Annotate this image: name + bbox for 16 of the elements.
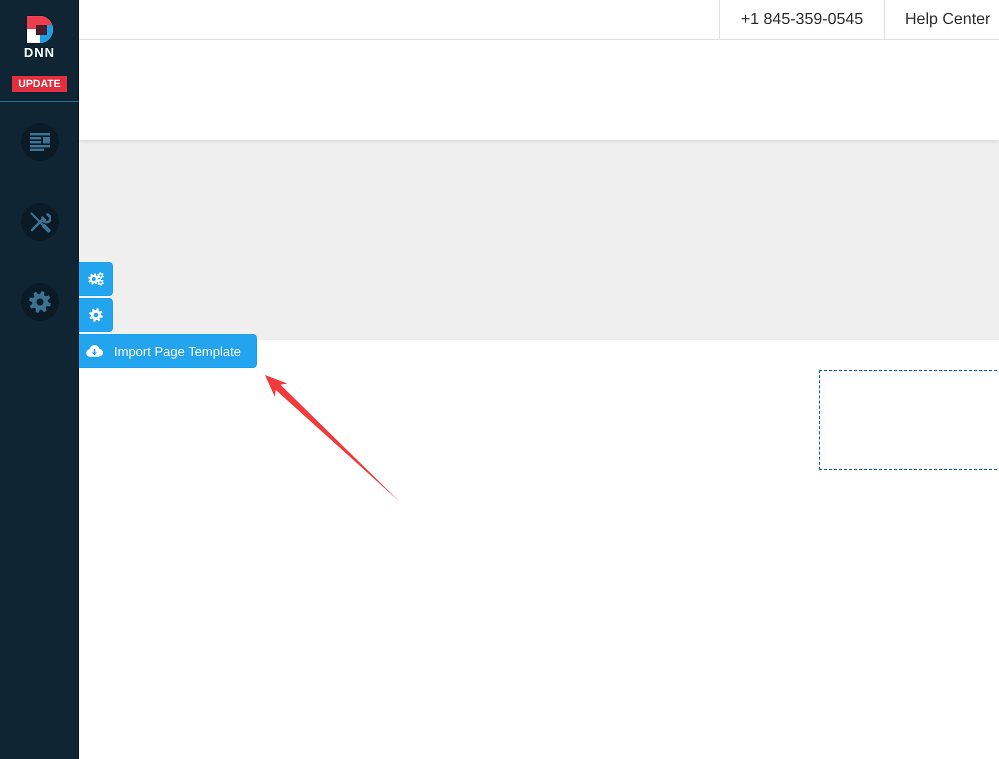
gear-icon: [89, 308, 103, 322]
gears-button[interactable]: [79, 262, 113, 296]
document-icon: [30, 133, 50, 151]
gear-button[interactable]: [79, 298, 113, 332]
top-bar-link[interactable]: Help Center: [884, 0, 999, 39]
wrench-screwdriver-icon: [28, 211, 50, 233]
logo-icon: [26, 16, 52, 43]
gear-icon: [28, 291, 50, 313]
cloud-download-icon: [86, 345, 103, 357]
update-button[interactable]: UPDATE: [12, 76, 67, 92]
sidebar-button[interactable]: [20, 123, 58, 161]
top-bar-link[interactable]: +1 845-359-0545: [719, 0, 884, 39]
sidebar-button[interactable]: [20, 203, 58, 241]
gears-icon: [88, 272, 104, 286]
logo-wordmark: DNN: [24, 45, 56, 60]
sidebar-button[interactable]: [20, 283, 58, 321]
